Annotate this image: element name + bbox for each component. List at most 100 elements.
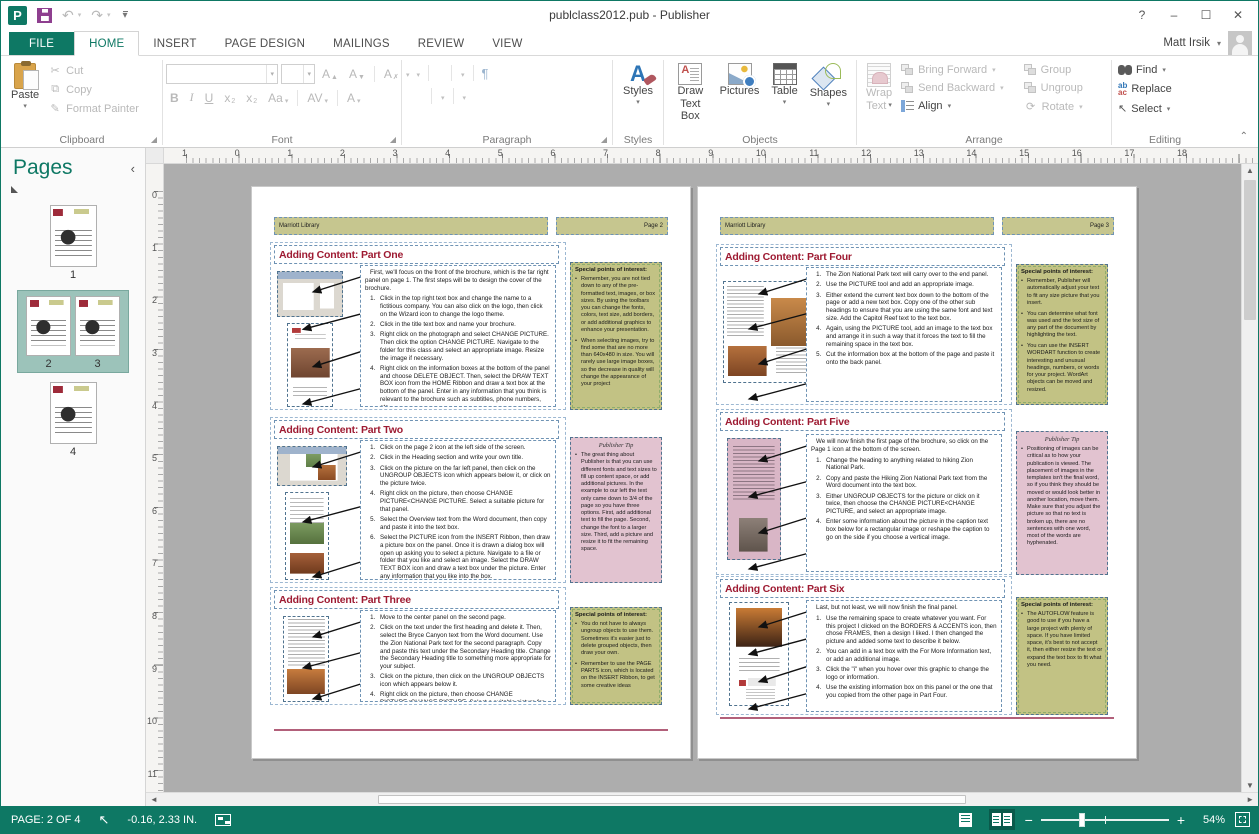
paste-button[interactable]: Paste▾: [5, 59, 45, 112]
styles-button[interactable]: A Styles▾: [617, 59, 659, 108]
page-header-text[interactable]: Marriott Library: [720, 217, 994, 235]
scroll-up-icon[interactable]: ▲: [1242, 166, 1258, 175]
fit-page-icon[interactable]: [1235, 812, 1250, 827]
maximize-button[interactable]: ☐: [1192, 4, 1220, 26]
document-canvas[interactable]: Marriott Library Page 2 Adding Content: Pa…: [164, 164, 1241, 792]
publisher-logo-icon[interactable]: P: [8, 6, 27, 25]
section-sidebar[interactable]: Publisher TipThe great thing about Publi…: [570, 437, 662, 583]
underline-button[interactable]: U: [201, 90, 218, 106]
horizontal-scrollbar[interactable]: ◄ ►: [146, 792, 1258, 806]
scroll-right-icon[interactable]: ►: [1242, 793, 1258, 806]
section-text-box[interactable]: We will now finish the first page of the…: [806, 434, 1002, 572]
paragraph-dialog-launcher-icon[interactable]: ◢: [601, 135, 607, 144]
columns-button[interactable]: ▾: [460, 64, 465, 82]
rotate-button[interactable]: ⟳Rotate▾: [1021, 99, 1086, 114]
tab-view[interactable]: VIEW: [478, 32, 536, 55]
section-sidebar[interactable]: Special points of interest:The AUTOFLOW …: [1016, 597, 1108, 715]
section-text-box[interactable]: The Zion National Park text will carry o…: [806, 267, 1002, 402]
section-title[interactable]: Adding Content: Part Six: [720, 579, 1005, 598]
pictures-button[interactable]: Pictures: [714, 59, 766, 99]
superscript-button[interactable]: x2: [242, 90, 261, 106]
close-button[interactable]: ✕: [1224, 4, 1252, 26]
publication-page[interactable]: Marriott Library Page 2 Adding Content: Pa…: [251, 186, 691, 759]
object-size-icon[interactable]: [215, 814, 231, 826]
section-text-box[interactable]: First, we'll focus on the front of the b…: [360, 265, 556, 407]
clipboard-dialog-launcher-icon[interactable]: ◢: [151, 135, 157, 144]
draw-text-box-button[interactable]: DrawText Box: [667, 59, 714, 124]
send-backward-button[interactable]: Send Backward▾: [898, 81, 1007, 95]
horizontal-ruler[interactable]: 10123456789101112131415161718: [164, 148, 1258, 163]
pinkpanel-image[interactable]: [727, 438, 781, 560]
scroll-left-icon[interactable]: ◄: [146, 793, 162, 806]
cover-image[interactable]: [287, 323, 333, 407]
clear-formatting-button[interactable]: A✗: [380, 66, 403, 82]
page-number-box[interactable]: Page 3: [1002, 217, 1114, 235]
font-dialog-launcher-icon[interactable]: ◢: [390, 135, 396, 144]
redo-icon[interactable]: ↷: [91, 8, 103, 22]
page-thumbnail[interactable]: 1: [50, 205, 97, 281]
section-sidebar[interactable]: Special points of interest:You do not ha…: [570, 607, 662, 705]
tab-mailings[interactable]: MAILINGS: [319, 32, 404, 55]
align-button[interactable]: Align▾: [898, 99, 1007, 113]
page-number-box[interactable]: Page 2: [556, 217, 668, 235]
textpanel-image[interactable]: [283, 616, 329, 702]
help-button[interactable]: ?: [1128, 4, 1156, 26]
grow-font-button[interactable]: A▲: [318, 66, 342, 82]
account-widget[interactable]: Matt Irsik ▾: [1163, 31, 1252, 55]
horizontal-scroll-thumb[interactable]: [378, 795, 966, 804]
vertical-ruler[interactable]: 01234567891011: [146, 164, 164, 792]
section-text-box[interactable]: Move to the center panel on the second p…: [360, 610, 556, 702]
page-indicator[interactable]: PAGE: 2 OF 4: [11, 814, 81, 826]
section-sidebar[interactable]: Special points of interest:Remember, you…: [570, 262, 662, 410]
collapse-panel-icon[interactable]: ‹: [131, 161, 135, 176]
section-title[interactable]: Adding Content: Part One: [274, 245, 559, 264]
subscript-button[interactable]: x2: [220, 90, 239, 106]
vertical-scrollbar[interactable]: ▲ ▼: [1241, 164, 1258, 792]
zoom-out-button[interactable]: −: [1025, 815, 1033, 825]
undo-caret-icon[interactable]: ▾: [78, 11, 82, 19]
table-button[interactable]: Table▾: [765, 59, 803, 108]
page-thumbnail[interactable]: 4: [50, 382, 97, 458]
page-thumbnail[interactable]: 3: [75, 296, 120, 370]
undo-icon[interactable]: ↶: [62, 8, 74, 22]
section-text-box[interactable]: Last, but not least, we will now finish …: [806, 600, 1002, 712]
tab-file[interactable]: FILE: [9, 32, 74, 55]
collapse-ribbon-icon[interactable]: ⌃: [1240, 131, 1248, 142]
find-button[interactable]: Find▾: [1115, 63, 1175, 77]
numbering-button[interactable]: ▾: [416, 64, 421, 82]
bold-button[interactable]: B: [166, 90, 183, 106]
wrap-text-button[interactable]: WrapText▾: [860, 59, 898, 113]
framepanel-image[interactable]: [729, 602, 789, 706]
ungroup-button[interactable]: Ungroup: [1021, 81, 1086, 95]
page-thumbnail[interactable]: 2: [26, 296, 71, 370]
minimize-button[interactable]: –: [1160, 4, 1188, 26]
section-title[interactable]: Adding Content: Part Three: [274, 590, 559, 609]
change-case-button[interactable]: Aa▾: [264, 90, 292, 106]
zoom-slider[interactable]: [1041, 819, 1169, 821]
zoom-slider-thumb[interactable]: [1079, 813, 1085, 827]
section-sidebar[interactable]: Special points of interest:Remember, Pub…: [1016, 264, 1108, 405]
tab-insert[interactable]: INSERT: [139, 32, 210, 55]
bring-forward-button[interactable]: Bring Forward▾: [898, 63, 1007, 77]
twopanel-image[interactable]: [723, 281, 817, 383]
shapes-button[interactable]: Shapes▾: [804, 59, 853, 110]
format-painter-button[interactable]: ✎Format Painter: [45, 101, 142, 116]
vertical-scroll-thumb[interactable]: [1244, 180, 1256, 320]
save-icon[interactable]: [37, 8, 52, 23]
character-spacing-button[interactable]: AV▾: [303, 90, 332, 106]
replace-button[interactable]: abacReplace: [1115, 81, 1175, 97]
copy-button[interactable]: ⧉Copy: [45, 82, 142, 97]
two-page-view-button[interactable]: [989, 809, 1015, 830]
single-page-view-button[interactable]: [953, 809, 979, 830]
italic-button[interactable]: I: [186, 89, 198, 106]
bullets-button[interactable]: ▾: [405, 64, 410, 82]
inner-image[interactable]: [285, 492, 329, 580]
page-thumbnail-spread[interactable]: 23: [17, 290, 129, 373]
shading-button[interactable]: ▾: [462, 87, 467, 105]
pubshot-image[interactable]: [277, 271, 343, 317]
line-spacing-button[interactable]: ▾: [440, 87, 445, 105]
show-paragraph-marks-button[interactable]: ¶: [482, 66, 489, 81]
shrink-font-button[interactable]: A▼: [345, 66, 369, 82]
zoom-level[interactable]: 54%: [1195, 814, 1225, 826]
page-header-text[interactable]: Marriott Library: [274, 217, 548, 235]
